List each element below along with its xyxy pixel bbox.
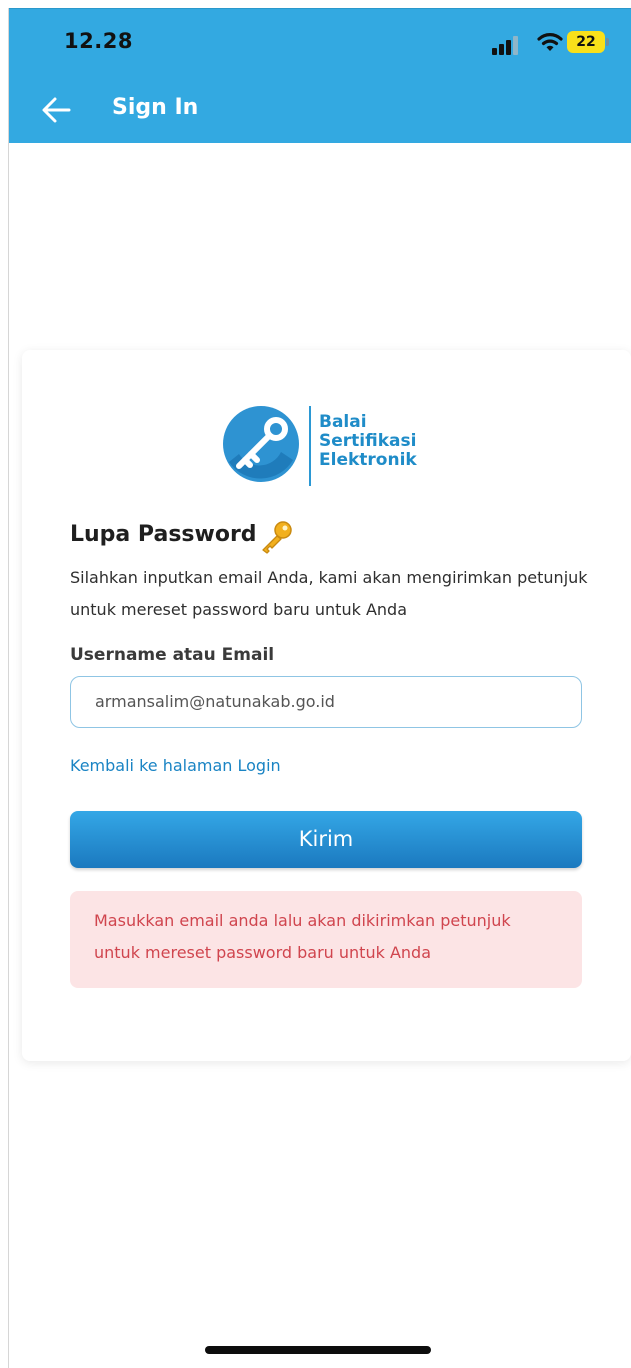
logo-line-1: Balai bbox=[319, 412, 367, 432]
back-to-login-link[interactable]: Kembali ke halaman Login bbox=[70, 756, 281, 775]
battery-level: 22 bbox=[567, 31, 605, 53]
battery-indicator: 22 bbox=[567, 31, 609, 53]
arrow-left-icon[interactable] bbox=[39, 95, 73, 125]
email-field-label: Username atau Email bbox=[70, 645, 275, 665]
logo-divider bbox=[309, 406, 311, 486]
cellular-signal-icon bbox=[492, 36, 518, 55]
status-time: 12.28 bbox=[64, 29, 133, 53]
logo-line-2: Sertifikasi bbox=[319, 431, 417, 451]
home-indicator[interactable] bbox=[205, 1346, 431, 1354]
app-header: 12.28 22 Sign In bbox=[9, 8, 631, 143]
logo-wordmark: Balai Sertifikasi Elektronik bbox=[319, 413, 417, 470]
info-alert: Masukkan email anda lalu akan dikirimkan… bbox=[70, 891, 582, 988]
submit-button[interactable]: Kirim bbox=[70, 811, 582, 868]
page-description: Silahkan inputkan email Anda, kami akan … bbox=[70, 568, 588, 619]
wifi-icon bbox=[537, 33, 563, 51]
battery-cap bbox=[606, 38, 609, 46]
page-title: Lupa Password bbox=[70, 522, 257, 547]
key-icon bbox=[262, 521, 292, 554]
forgot-password-card: Balai Sertifikasi Elektronik Lupa Passwo… bbox=[22, 350, 631, 1061]
bsre-logo-mark bbox=[223, 406, 299, 482]
logo-line-3: Elektronik bbox=[319, 450, 417, 470]
bsre-logo: Balai Sertifikasi Elektronik bbox=[221, 402, 471, 486]
email-field[interactable]: armansalim@natunakab.go.id bbox=[70, 676, 582, 728]
phone-screen: 12.28 22 Sign In Balai Sertifikasi Elekt… bbox=[8, 8, 631, 1368]
nav-title: Sign In bbox=[112, 95, 199, 120]
